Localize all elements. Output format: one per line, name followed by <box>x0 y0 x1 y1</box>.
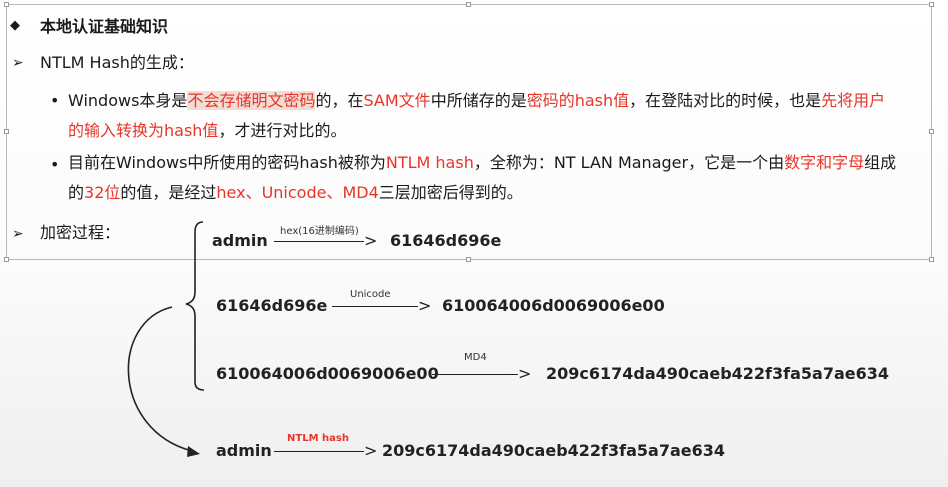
text-run: ，在登陆对比的时候，也是 <box>629 91 822 110</box>
section-title-encryption-process: 加密过程： <box>40 223 121 242</box>
step1-arrow-line <box>274 241 364 242</box>
resize-handle[interactable] <box>4 2 9 7</box>
step2-output: 610064006d0069006e00 <box>442 296 665 315</box>
resize-handle[interactable] <box>4 129 9 134</box>
result-output: 209c6174da490caeb422f3fa5a7ae634 <box>382 441 726 460</box>
text-run: 中所储存的是 <box>430 91 527 110</box>
dot-bullet-icon: • <box>50 91 60 110</box>
step1-output: 61646d696e <box>390 231 502 250</box>
result-label: NTLM hash <box>287 433 349 444</box>
step3-output: 209c6174da490caeb422f3fa5a7ae634 <box>546 364 890 383</box>
slide-canvas: ◆ 本地认证基础知识 ➢ NTLM Hash的生成： • Windows本身是不… <box>0 0 948 487</box>
text-run-red: 数字和字母 <box>784 153 865 172</box>
text-run: 组成 <box>864 153 897 172</box>
paragraph-1-line-1: Windows本身是不会存储明文密码的，在SAM文件中所储存的是密码的hash值… <box>68 86 885 116</box>
paragraph-2-line-1: 目前在Windows中所使用的密码hash被称为NTLM hash，全称为：NT… <box>68 148 896 178</box>
text-run-red: hex、Unicode、MD4 <box>216 183 379 202</box>
dot-bullet-icon: • <box>50 155 60 174</box>
text-run-red: SAM文件 <box>363 91 431 110</box>
step3-arrow-head-icon: > <box>518 364 532 383</box>
arrow-bullet-icon: ➢ <box>12 55 24 71</box>
resize-handle[interactable] <box>4 257 9 262</box>
result-arrow-head-icon: > <box>364 441 378 460</box>
resize-handle[interactable] <box>929 2 934 7</box>
result-input: admin <box>216 441 272 460</box>
text-run-red: NTLM hash <box>385 153 474 172</box>
text-run: 目前在Windows中所使用的密码hash被称为 <box>68 153 386 172</box>
resize-handle[interactable] <box>929 129 934 134</box>
step3-label: MD4 <box>464 352 487 363</box>
text-run: 三层加密后得到的。 <box>378 183 523 202</box>
curved-arrow-line <box>127 306 193 452</box>
text-run-highlight: 不会存储明文密码 <box>187 91 316 110</box>
resize-handle[interactable] <box>929 257 934 262</box>
step3-input: 610064006d0069006e00 <box>216 364 439 383</box>
step2-label: Unicode <box>350 289 391 300</box>
step2-arrow-head-icon: > <box>418 296 432 315</box>
text-run-red: 的输入转换为hash值 <box>68 121 219 140</box>
paragraph-1-line-2: 的输入转换为hash值，才进行对比的。 <box>68 116 346 146</box>
diamond-bullet-icon: ◆ <box>10 18 20 33</box>
text-run: ，全称为：NT LAN Manager，它是一个由 <box>473 153 785 172</box>
curved-arrow-head-icon <box>187 446 200 457</box>
paragraph-2-line-2: 的32位的值，是经过hex、Unicode、MD4三层加密后得到的。 <box>68 178 523 208</box>
text-run: 的 <box>68 183 85 202</box>
text-run-red: 密码的hash值 <box>526 91 630 110</box>
step1-arrow-head-icon: > <box>364 231 378 250</box>
resize-handle[interactable] <box>466 257 471 262</box>
step1-input: admin <box>212 231 268 250</box>
text-run: Windows本身是 <box>68 91 188 110</box>
arrow-bullet-icon: ➢ <box>12 226 24 242</box>
text-run-red: 先将用户 <box>821 91 886 110</box>
text-run: 的值，是经过 <box>120 183 217 202</box>
text-run: ，才进行对比的。 <box>218 121 347 140</box>
step2-input: 61646d696e <box>216 296 328 315</box>
step1-label: hex(16进制编码) <box>280 226 359 237</box>
result-arrow-line <box>274 451 364 452</box>
slide-heading: 本地认证基础知识 <box>40 17 169 36</box>
section-title-ntlm-generation: NTLM Hash的生成： <box>40 53 194 72</box>
text-run: 的，在 <box>315 91 364 110</box>
text-run-red: 32位 <box>84 183 121 202</box>
step2-arrow-line <box>332 306 418 307</box>
resize-handle[interactable] <box>466 2 471 7</box>
step3-arrow-line <box>432 374 518 375</box>
